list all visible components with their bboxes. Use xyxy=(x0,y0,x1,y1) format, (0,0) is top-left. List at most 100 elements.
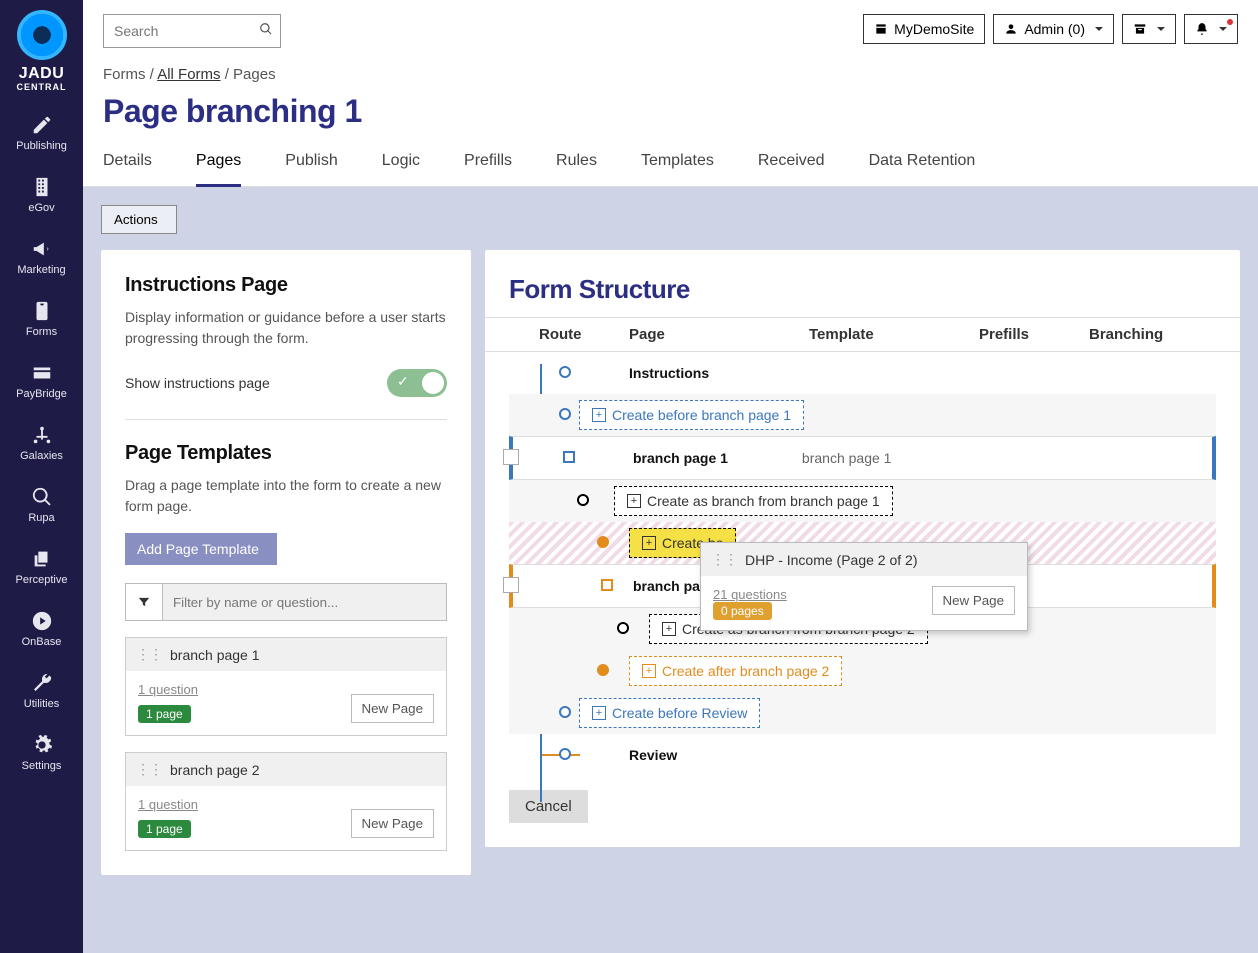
template-card[interactable]: ⋮⋮branch page 1 1 question 1 page New Pa… xyxy=(125,637,447,736)
row-create-before-review: +Create before Review xyxy=(509,692,1216,734)
filter-row xyxy=(125,583,447,621)
columns: Instructions Page Display information or… xyxy=(101,250,1240,875)
route-node-branch xyxy=(617,622,629,634)
plus-icon: + xyxy=(627,494,641,508)
sidebar-item-forms[interactable]: Forms xyxy=(0,288,83,350)
row-branch-from-bp1: +Create as branch from branch page 1 xyxy=(509,480,1216,522)
sidebar-item-settings[interactable]: Settings xyxy=(0,722,83,784)
topbar: MyDemoSite Admin (0) xyxy=(83,0,1258,48)
route-node xyxy=(559,366,571,378)
archive-menu[interactable] xyxy=(1122,14,1176,44)
logo-icon xyxy=(17,10,67,60)
tab-templates[interactable]: Templates xyxy=(641,142,714,186)
sidebar-item-egov[interactable]: eGov xyxy=(0,164,83,226)
sidebar-item-utilities[interactable]: Utilities xyxy=(0,660,83,722)
actions-menu[interactable]: Actions xyxy=(101,205,177,234)
btn-label: Add Page Template xyxy=(137,541,259,557)
route-node-square xyxy=(563,451,575,463)
brand-name: JADU xyxy=(19,66,65,82)
toggle-row: Show instructions page xyxy=(125,365,447,420)
drag-handle-icon[interactable]: ⋮⋮ xyxy=(136,761,162,778)
col-template: Template xyxy=(809,326,979,343)
drag-handle-icon[interactable]: ⋮⋮ xyxy=(711,551,737,568)
form-structure-title: Form Structure xyxy=(485,274,1240,317)
sidebar-item-onbase[interactable]: OnBase xyxy=(0,598,83,660)
circle-chevron-icon xyxy=(31,610,53,632)
breadcrumb-item[interactable]: Forms xyxy=(103,66,146,83)
page-label: Instructions xyxy=(629,365,709,381)
add-page-template-button[interactable]: Add Page Template xyxy=(125,533,277,565)
sidebar-item-label: PayBridge xyxy=(16,388,67,400)
filter-button[interactable] xyxy=(125,583,163,621)
dragging-page-badge: 0 pages xyxy=(713,602,772,620)
drag-handle-icon[interactable]: ⋮⋮ xyxy=(136,646,162,663)
sidebar-item-label: Settings xyxy=(22,760,62,772)
tab-data-retention[interactable]: Data Retention xyxy=(869,142,976,186)
instructions-desc: Display information or guidance before a… xyxy=(125,307,447,349)
template-question-link[interactable]: 1 question xyxy=(138,682,198,697)
new-page-button[interactable]: New Page xyxy=(351,809,435,838)
route-node-orange xyxy=(597,536,609,548)
route-node-square-orange xyxy=(601,579,613,591)
tab-prefills[interactable]: Prefills xyxy=(464,142,512,186)
btn-label: Create after branch page 2 xyxy=(662,663,829,679)
tab-details[interactable]: Details xyxy=(103,142,152,186)
breadcrumb-item: Pages xyxy=(233,66,276,83)
row-review: Review xyxy=(509,734,1216,776)
tab-received[interactable]: Received xyxy=(758,142,825,186)
panel-instructions: Instructions Page Display information or… xyxy=(101,250,471,875)
sidebar-item-label: Forms xyxy=(26,326,57,338)
panel-form-structure: Form Structure Route Page Template Prefi… xyxy=(485,250,1240,847)
archive-icon xyxy=(1133,22,1147,36)
sidebar-item-label: Galaxies xyxy=(20,450,63,462)
row-checkbox[interactable] xyxy=(503,577,519,593)
route-node xyxy=(559,408,571,420)
new-page-button[interactable]: New Page xyxy=(351,694,435,723)
row-checkbox[interactable] xyxy=(503,449,519,465)
template-page-badge: 1 page xyxy=(138,820,191,838)
sidebar-item-paybridge[interactable]: PayBridge xyxy=(0,350,83,412)
dragging-template-card[interactable]: ⋮⋮DHP - Income (Page 2 of 2) 21 question… xyxy=(700,542,1028,631)
row-bp1[interactable]: branch page 1branch page 1 xyxy=(509,436,1216,480)
template-question-link[interactable]: 1 question xyxy=(138,797,198,812)
breadcrumb: Forms / All Forms / Pages xyxy=(83,48,1258,87)
create-after-bp2-button[interactable]: +Create after branch page 2 xyxy=(629,656,842,686)
card-icon xyxy=(31,362,53,384)
cancel-button[interactable]: Cancel xyxy=(509,790,588,823)
instructions-toggle[interactable] xyxy=(387,369,447,397)
notifications-menu[interactable] xyxy=(1184,14,1238,44)
new-page-button[interactable]: New Page xyxy=(932,586,1016,615)
route-node-orange xyxy=(597,664,609,676)
branch-from-bp1-button[interactable]: +Create as branch from branch page 1 xyxy=(614,486,893,516)
site-switcher[interactable]: MyDemoSite xyxy=(863,14,985,44)
template-card[interactable]: ⋮⋮ branch page 2 1 question 1 page New Pa… xyxy=(125,752,447,851)
sidebar-item-label: Marketing xyxy=(17,264,65,276)
sidebar-item-publishing[interactable]: Publishing xyxy=(0,102,83,164)
sidebar-item-label: Publishing xyxy=(16,140,67,152)
btn-label: Create before branch page 1 xyxy=(612,407,791,423)
btn-label: Create before Review xyxy=(612,705,747,721)
page-label: Review xyxy=(629,747,677,763)
fs-headers: Route Page Template Prefills Branching xyxy=(485,317,1240,352)
tab-publish[interactable]: Publish xyxy=(285,142,337,186)
sidebar-item-marketing[interactable]: Marketing xyxy=(0,226,83,288)
sidebar-item-perceptive[interactable]: Perceptive xyxy=(0,536,83,598)
breadcrumb-item[interactable]: All Forms xyxy=(157,66,220,83)
building-icon xyxy=(31,176,53,198)
template-name: branch page 1 xyxy=(170,647,260,663)
template-name: branch page 2 xyxy=(170,762,260,778)
dragging-question-link[interactable]: 21 questions xyxy=(713,587,787,602)
tab-logic[interactable]: Logic xyxy=(382,142,420,186)
tab-pages[interactable]: Pages xyxy=(196,142,241,187)
route-node xyxy=(559,748,571,760)
filter-input[interactable] xyxy=(163,583,447,621)
main: MyDemoSite Admin (0) Forms / All Forms /… xyxy=(83,0,1258,953)
fs-body: Instructions + Create before branch page … xyxy=(485,352,1240,776)
brand-logo: JADU CENTRAL xyxy=(17,10,67,92)
sidebar-item-rupa[interactable]: Rupa xyxy=(0,474,83,536)
tab-rules[interactable]: Rules xyxy=(556,142,597,186)
user-menu[interactable]: Admin (0) xyxy=(993,14,1114,44)
search-input[interactable] xyxy=(103,14,281,48)
sidebar-item-galaxies[interactable]: Galaxies xyxy=(0,412,83,474)
search-box xyxy=(103,14,281,48)
